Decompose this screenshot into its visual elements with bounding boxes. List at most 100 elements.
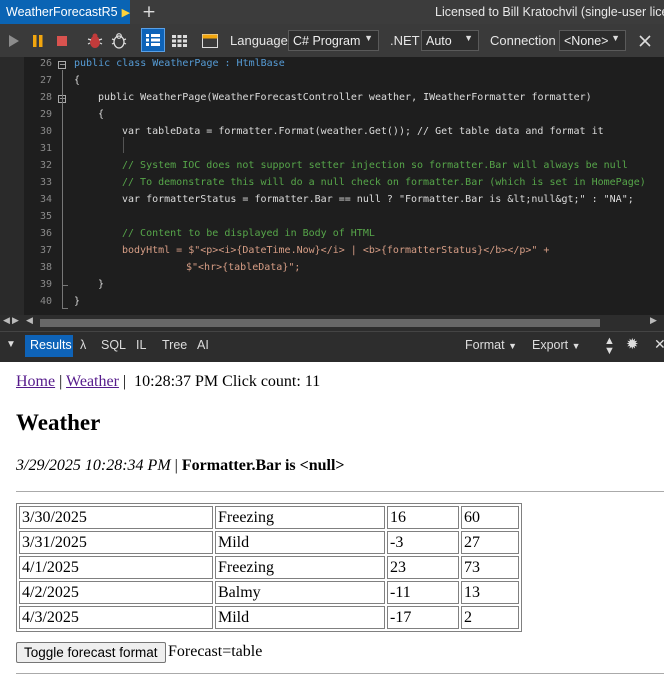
rich-text-results-icon[interactable] (141, 28, 165, 52)
chevron-down-icon: ▼ (571, 341, 581, 351)
clear-connection-icon[interactable] (634, 24, 656, 57)
license-text: Licensed to Bill Kratochvil (single-user… (435, 5, 664, 19)
table-cell: 23 (387, 556, 459, 579)
line-number: 31 (39, 143, 52, 154)
stop-icon[interactable] (52, 24, 72, 57)
net-select-value: Auto (426, 33, 452, 48)
table-cell: 4/2/2025 (19, 581, 213, 604)
scrollbar-thumb[interactable] (40, 319, 600, 327)
results-panel: Home | Weather | 10:28:37 PM Click count… (0, 362, 664, 677)
table-row: 4/3/2025 Mild -17 2 (19, 606, 519, 629)
table-cell: 13 (461, 581, 519, 604)
language-select[interactable]: C# Program ▼ (288, 30, 379, 51)
line-number: 30 (39, 126, 52, 137)
tree-tab[interactable]: Tree (162, 338, 187, 352)
table-cell: 4/1/2025 (19, 556, 213, 579)
timestamp: 3/29/2025 10:28:34 PM (16, 457, 171, 474)
run-icon[interactable] (4, 24, 24, 57)
chevron-down-icon: ▼ (464, 33, 473, 43)
line-number: 32 (39, 160, 52, 171)
table-cell: 3/31/2025 (19, 531, 213, 554)
language-label: Language (230, 33, 288, 48)
line-number: 36 (39, 228, 52, 239)
weather-link[interactable]: Weather (66, 373, 119, 390)
scroll-right-small-icon[interactable]: ▶ (12, 316, 19, 326)
chevron-down-icon: ▼ (508, 341, 517, 351)
code-line-26: public class WeatherPage : HtmlBase (74, 58, 285, 69)
collapse-results-icon[interactable]: ▼ (6, 339, 16, 350)
divider (16, 491, 664, 492)
forecast-mode-text: Forecast=table (168, 643, 263, 660)
table-cell: Freezing (215, 506, 385, 529)
fold-collapse-icon[interactable]: − (58, 61, 66, 69)
export-menu[interactable]: Export ▼ (532, 338, 581, 352)
line-number: 39 (39, 279, 52, 290)
format-menu[interactable]: Format ▼ (465, 338, 517, 352)
pause-icon[interactable] (28, 24, 48, 57)
grid-results-icon[interactable] (168, 24, 190, 57)
results-tab-label: Results (30, 338, 72, 352)
code-editor[interactable]: 26 27 28 29 30 31 32 33 34 35 36 37 38 3… (0, 57, 664, 315)
connection-select[interactable]: <None> ▼ (559, 30, 626, 51)
table-cell: 16 (387, 506, 459, 529)
scroll-left-icon[interactable]: ◀ (3, 316, 10, 326)
fold-guide-line (62, 70, 63, 308)
table-row: 4/1/2025 Freezing 23 73 (19, 556, 519, 579)
connection-select-value: <None> (564, 33, 609, 48)
table-cell: Balmy (215, 581, 385, 604)
line-number: 34 (39, 194, 52, 205)
table-row: 4/2/2025 Balmy -11 13 (19, 581, 519, 604)
line-number: 28 (39, 92, 52, 103)
line-number: 37 (39, 245, 52, 256)
code-line-32: // System IOC does not support setter in… (122, 160, 628, 171)
new-tab-icon[interactable]: + (140, 0, 158, 24)
nav-separator: | (59, 373, 63, 390)
net-select[interactable]: Auto ▼ (421, 30, 479, 51)
formatter-status: Formatter.Bar is <null> (181, 457, 345, 474)
code-line-27: { (74, 75, 81, 86)
code-line-39: } (98, 279, 105, 290)
line-number: 38 (39, 262, 52, 273)
move-up-down-icon[interactable]: ▲ ▼ (604, 336, 615, 357)
play-icon: ▶ (121, 6, 131, 19)
results-toolbar: ▼ Results λ SQL IL Tree AI Format ▼ Expo… (0, 331, 664, 360)
toggle-forecast-format-button[interactable]: Toggle forecast format (16, 642, 166, 663)
sql-tab[interactable]: SQL (101, 338, 126, 352)
table-cell: Mild (215, 606, 385, 629)
debug-bug-outline-icon[interactable] (108, 24, 130, 57)
table-cell: -11 (387, 581, 459, 604)
divider (16, 673, 664, 674)
format-menu-label: Format (465, 338, 505, 352)
tab-weatherforecastr5[interactable]: WeatherForecastR5 ▶ (0, 0, 130, 24)
table-cell: Mild (215, 531, 385, 554)
chevron-down-icon: ▼ (364, 33, 373, 43)
line-number: 40 (39, 296, 52, 307)
results-tab[interactable]: Results (25, 335, 73, 357)
scroll-left-arrow-icon[interactable]: ◀ (26, 316, 33, 326)
nav-separator: | (122, 373, 127, 390)
output-window-icon[interactable] (199, 24, 221, 57)
home-link[interactable]: Home (16, 373, 55, 390)
code-line-34: var formatterStatus = formatter.Bar == n… (122, 194, 634, 205)
editor-margin (0, 57, 24, 315)
line-number: 26 (39, 58, 52, 69)
lambda-tab[interactable]: λ (80, 338, 86, 352)
ai-tab[interactable]: AI (197, 338, 209, 352)
debug-bug-icon[interactable] (84, 24, 106, 57)
connection-label: Connection (490, 33, 556, 48)
undock-icon[interactable]: ✹ (626, 335, 639, 353)
table-cell: 60 (461, 506, 519, 529)
toolbar: Language C# Program ▼ .NET Auto ▼ Connec… (0, 24, 664, 58)
table-cell: Freezing (215, 556, 385, 579)
export-menu-label: Export (532, 338, 569, 352)
table-cell: 3/30/2025 (19, 506, 213, 529)
code-line-36: // Content to be displayed in Body of HT… (122, 228, 375, 239)
il-tab[interactable]: IL (136, 338, 146, 352)
code-line-40: } (74, 296, 81, 307)
scroll-right-icon[interactable]: ▶ (650, 316, 657, 326)
close-results-icon[interactable]: ✕ (654, 336, 664, 353)
line-number: 29 (39, 109, 52, 120)
table-cell: 4/3/2025 (19, 606, 213, 629)
chevron-down-icon: ▼ (611, 33, 620, 43)
page-title: Weather (16, 410, 101, 435)
